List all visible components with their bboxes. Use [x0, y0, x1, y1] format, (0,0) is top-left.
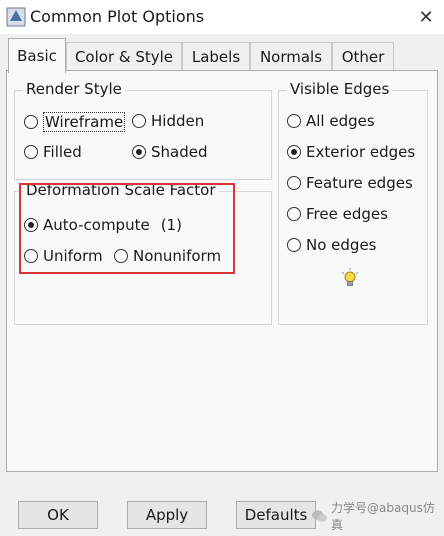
tab-label: Labels [191, 48, 241, 66]
render-style-group: Render Style [14, 80, 272, 180]
tab-color-style[interactable]: Color & Style [66, 42, 182, 71]
radio-unchecked-icon [24, 115, 38, 129]
deformation-scale-title: Deformation Scale Factor [23, 181, 219, 199]
radio-unchecked-icon [132, 114, 146, 128]
app-icon [6, 7, 26, 27]
watermark: 力学号@abaqus仿真 [312, 501, 440, 532]
button-label: Defaults [244, 506, 308, 524]
close-icon: ✕ [418, 6, 434, 28]
radio-label: Shaded [151, 143, 208, 161]
radio-label: Uniform [43, 247, 103, 265]
ok-button[interactable]: OK [18, 501, 98, 529]
window-title: Common Plot Options [30, 7, 205, 26]
deformation-uniform-radio[interactable]: Uniform [24, 247, 103, 265]
radio-label: Auto-compute [43, 216, 150, 234]
tab-label: Normals [259, 48, 323, 66]
radio-unchecked-icon [114, 249, 128, 263]
apply-button[interactable]: Apply [127, 501, 207, 529]
render-hidden-radio[interactable]: Hidden [132, 112, 204, 130]
watermark-text: 力学号@abaqus仿真 [331, 501, 435, 532]
edges-feature-radio[interactable]: Feature edges [287, 174, 413, 192]
radio-unchecked-icon [287, 207, 301, 221]
tab-label: Color & Style [74, 48, 174, 66]
deformation-auto-radio[interactable]: Auto-compute (1) [24, 216, 182, 234]
radio-label: Exterior edges [306, 143, 416, 161]
lightbulb-icon[interactable] [340, 268, 360, 288]
button-label: Apply [145, 506, 189, 524]
tab-label: Other [341, 48, 385, 66]
radio-label: Wireframe [43, 112, 126, 132]
radio-checked-icon [287, 145, 301, 159]
radio-label: Filled [43, 143, 82, 161]
radio-unchecked-icon [24, 249, 38, 263]
render-wireframe-radio[interactable]: Wireframe [24, 112, 126, 132]
radio-label: All edges [306, 112, 375, 130]
radio-label: Feature edges [306, 174, 413, 192]
radio-label: Free edges [306, 205, 388, 223]
defaults-button[interactable]: Defaults [236, 501, 316, 529]
render-shaded-radio[interactable]: Shaded [132, 143, 208, 161]
radio-checked-icon [132, 145, 146, 159]
tab-basic[interactable]: Basic [8, 38, 66, 73]
radio-unchecked-icon [287, 114, 301, 128]
render-style-title: Render Style [23, 80, 125, 98]
visible-edges-title: Visible Edges [287, 80, 393, 98]
radio-label: Hidden [151, 112, 205, 130]
edges-none-radio[interactable]: No edges [287, 236, 376, 254]
close-button[interactable]: ✕ [408, 0, 444, 34]
tab-normals[interactable]: Normals [250, 42, 332, 71]
edges-all-radio[interactable]: All edges [287, 112, 375, 130]
button-label: OK [47, 506, 69, 524]
radio-label: Nonuniform [133, 247, 222, 265]
tab-other[interactable]: Other [332, 42, 394, 71]
render-filled-radio[interactable]: Filled [24, 143, 82, 161]
tab-labels[interactable]: Labels [182, 42, 250, 71]
auto-compute-value: (1) [160, 216, 182, 234]
edges-exterior-radio[interactable]: Exterior edges [287, 143, 415, 161]
radio-unchecked-icon [24, 145, 38, 159]
radio-unchecked-icon [287, 176, 301, 190]
title-bar: Common Plot Options ✕ [0, 0, 444, 34]
radio-checked-icon [24, 218, 38, 232]
tab-label: Basic [17, 47, 57, 65]
radio-unchecked-icon [287, 238, 301, 252]
edges-free-radio[interactable]: Free edges [287, 205, 388, 223]
radio-label: No edges [306, 236, 377, 254]
deformation-nonuniform-radio[interactable]: Nonuniform [114, 247, 221, 265]
